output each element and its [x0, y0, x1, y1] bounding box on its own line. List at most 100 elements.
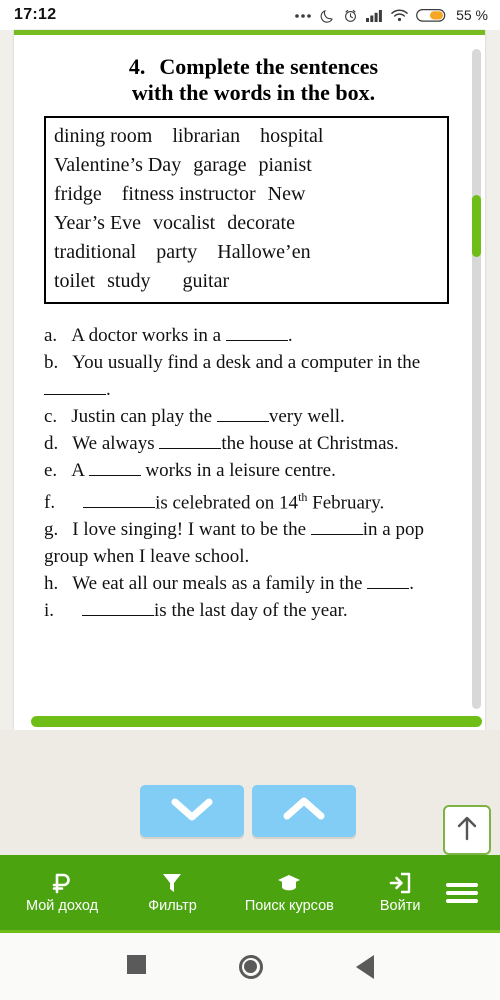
scroll-down-button[interactable] — [140, 785, 244, 837]
battery-percent-label: 55 % — [456, 7, 488, 23]
answer-blank[interactable] — [225, 326, 288, 341]
word-item: study — [107, 270, 151, 292]
question-text-after: is celebrated on 14 — [155, 492, 299, 514]
answer-blank[interactable] — [310, 520, 363, 536]
exercise-content: 4. Complete the sentences with the words … — [14, 40, 469, 730]
word-box-row: Year’s Eve vocalist decorate — [54, 209, 439, 238]
question-label: h. — [44, 573, 59, 595]
question-text-before: A doctor works in a — [71, 325, 226, 346]
page-background: 4. Complete the sentences with the words … — [0, 30, 500, 855]
nav-item-login[interactable]: Войти — [376, 871, 425, 914]
alarm-icon — [343, 8, 358, 23]
word-item: pianist — [258, 154, 312, 176]
word-item: librarian — [172, 125, 241, 147]
answer-blank[interactable] — [216, 407, 269, 422]
nav-label: Войти — [379, 898, 421, 914]
answer-blank[interactable] — [83, 493, 156, 509]
vertical-scrollbar-thumb[interactable] — [472, 195, 481, 257]
word-box: dining room librarian hospital Valentine’s… — [44, 116, 449, 304]
page-title: 4. Complete the sentences with the words … — [54, 54, 453, 106]
graduation-cap-icon — [276, 871, 302, 895]
chevron-up-icon — [281, 794, 327, 829]
question-text-before: We eat all our meals as a family in the — [72, 573, 368, 595]
nav-item-course-search[interactable]: Поиск курсов — [241, 871, 338, 914]
word-item: Valentine’s Day — [54, 154, 182, 176]
chevron-down-icon — [169, 794, 215, 829]
answer-blank[interactable] — [367, 574, 410, 590]
hamburger-menu-icon[interactable] — [446, 879, 478, 907]
word-item: party — [156, 241, 198, 263]
questions-list: a. A doctor works in a . b. You usually fi… — [44, 322, 451, 624]
question-label: a. — [44, 325, 58, 346]
word-box-row: dining room librarian hospital — [54, 122, 439, 151]
horizontal-scrollbar-thumb[interactable] — [31, 716, 482, 727]
back-button-icon[interactable] — [355, 954, 374, 979]
word-box-row: Valentine’s Day garage pianist — [54, 151, 439, 180]
ruble-icon — [51, 871, 73, 895]
ordinal-suffix: th — [298, 490, 308, 504]
question-text-after: . — [106, 379, 111, 400]
word-item: dining room — [54, 125, 153, 147]
word-box-row: fridge fitness instructor New — [54, 180, 439, 209]
question-text-after: is the last day of the year. — [154, 600, 348, 622]
question-item-c: c. Justin can play the very well. — [44, 403, 451, 430]
nav-item-filter[interactable]: Фильтр — [144, 871, 201, 914]
word-item: Year’s Eve — [54, 212, 142, 234]
vertical-scrollbar-track[interactable] — [472, 49, 481, 709]
word-item: decorate — [227, 212, 295, 234]
question-text-after: very well. — [268, 406, 345, 427]
exercise-title-line2: with the words in the box. — [131, 80, 376, 105]
question-text-after: . — [287, 325, 293, 346]
question-label: i. — [44, 600, 55, 622]
word-box-row: toilet study guitar — [54, 267, 439, 296]
question-item-g: g. I love singing! I want to be the in a … — [44, 516, 451, 570]
scroll-controls — [0, 730, 500, 855]
question-text-after: the house at Christmas. — [221, 433, 399, 454]
nav-item-my-income[interactable]: Мой доход — [22, 871, 102, 914]
question-item-a: a. A doctor works in a . — [44, 322, 451, 349]
menu-line — [446, 898, 478, 903]
question-text-before: You usually find a desk and a computer i… — [72, 352, 421, 373]
answer-blank[interactable] — [82, 601, 155, 617]
wifi-icon — [391, 9, 408, 22]
word-item: vocalist — [153, 212, 216, 234]
scroll-to-top-button[interactable] — [443, 805, 491, 855]
battery-icon — [416, 8, 446, 23]
more-dots-icon — [294, 11, 312, 19]
question-text-after: . — [409, 573, 414, 595]
question-label: b. — [44, 352, 59, 373]
scroll-up-button[interactable] — [252, 785, 356, 837]
nav-label: Фильтр — [148, 898, 197, 914]
bottom-navigation-bar: Мой доход Фильтр Поиск курсов Войти — [0, 855, 500, 930]
answer-blank[interactable] — [159, 434, 222, 449]
menu-line — [446, 890, 478, 895]
nav-label: Мой доход — [26, 898, 99, 914]
question-label: c. — [44, 406, 58, 427]
answer-blank[interactable] — [88, 461, 141, 476]
menu-line — [446, 882, 478, 887]
question-item-d: d. We always the house at Christmas. — [44, 430, 451, 457]
word-item: New — [267, 183, 306, 205]
question-item-i: i. is the last day of the year. — [44, 597, 451, 624]
question-text-before: We always — [72, 433, 160, 454]
exercise-card: 4. Complete the sentences with the words … — [14, 30, 485, 730]
question-label: d. — [44, 433, 59, 454]
nav-label: Поиск курсов — [244, 898, 334, 914]
arrow-up-icon — [455, 814, 479, 847]
question-text-before: A — [71, 460, 89, 481]
login-icon — [388, 871, 412, 895]
moon-icon — [320, 8, 335, 23]
question-text-tail: February. — [307, 492, 385, 514]
home-button-icon[interactable] — [238, 954, 263, 979]
android-navigation-bar — [0, 930, 500, 1000]
status-icons: 55 % — [294, 7, 488, 23]
question-text-before: Justin can play the — [71, 406, 217, 427]
question-text-before: I love singing! I want to be the — [72, 519, 311, 541]
word-box-row: traditional party Hallowe’en — [54, 238, 439, 267]
exercise-title-line1: Complete the sentences — [159, 54, 379, 79]
word-item: traditional — [54, 241, 137, 263]
answer-blank[interactable] — [44, 380, 106, 395]
question-label: e. — [44, 460, 58, 481]
recents-button-icon[interactable] — [126, 954, 146, 974]
question-item-b: b. You usually find a desk and a computer… — [44, 349, 451, 403]
